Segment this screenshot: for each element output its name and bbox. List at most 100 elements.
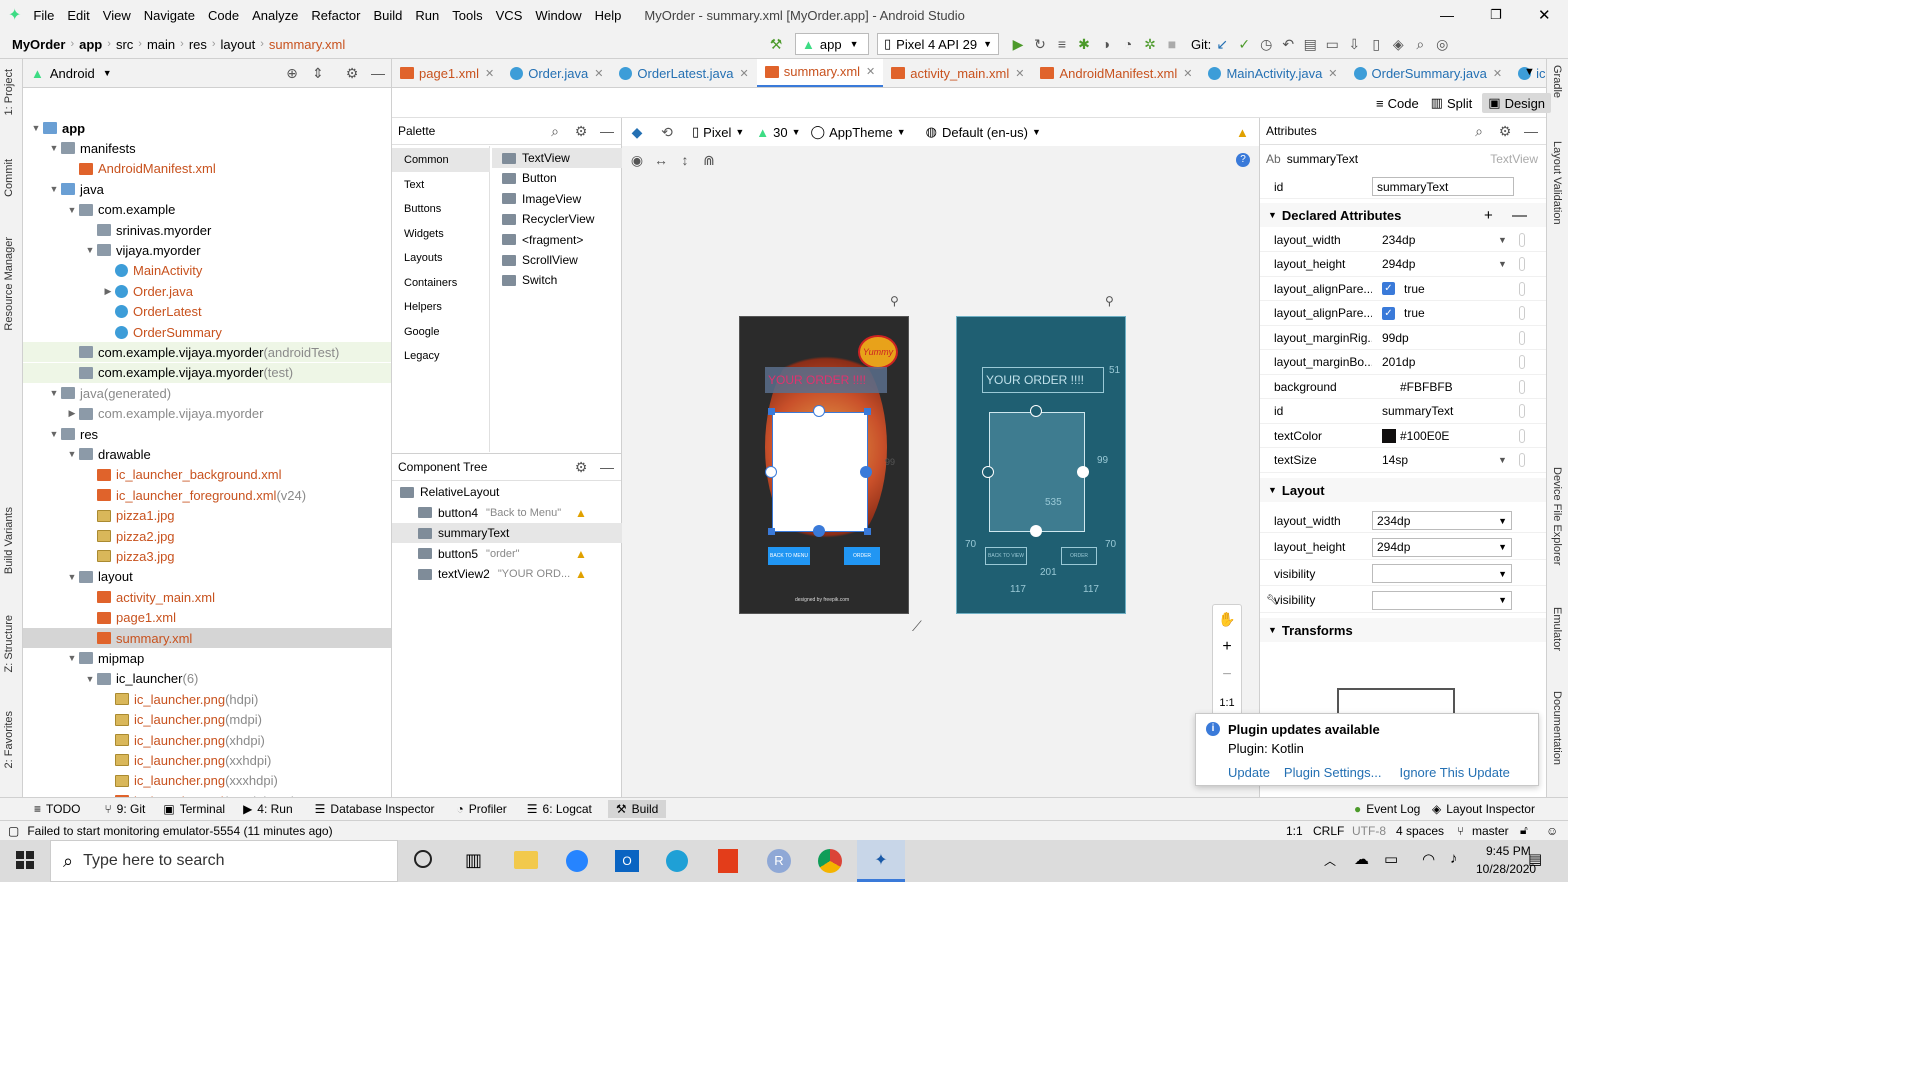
project-tree-item[interactable]: srinivas.myorder bbox=[23, 220, 391, 240]
blueprint-handle-top[interactable] bbox=[1030, 405, 1042, 417]
palette-item[interactable]: Button bbox=[492, 168, 622, 188]
profiler-tab[interactable]: ◔ Profiler bbox=[456, 802, 506, 816]
menu-code[interactable]: Code bbox=[208, 8, 239, 23]
ignore-update-link[interactable]: Ignore This Update bbox=[1399, 765, 1509, 780]
reference-picker-icon[interactable] bbox=[1519, 330, 1525, 345]
reference-picker-icon[interactable] bbox=[1519, 428, 1525, 443]
menu-file[interactable]: File bbox=[33, 8, 54, 23]
chevron-down-icon[interactable]: ▼ bbox=[1498, 235, 1507, 245]
pan-icon[interactable]: ✋ bbox=[1213, 605, 1241, 633]
project-tree-item[interactable]: ▼ java (generated) bbox=[23, 383, 391, 403]
sourcetree-icon[interactable] bbox=[566, 850, 588, 872]
attribute-value[interactable]: ✓ true bbox=[1376, 303, 1516, 323]
project-tree-item[interactable]: ▼ res bbox=[23, 424, 391, 444]
order-button[interactable]: ORDER bbox=[844, 547, 880, 565]
gear-icon[interactable]: ⚙ bbox=[341, 62, 363, 84]
palette-category[interactable]: Google bbox=[392, 320, 490, 344]
attach-debugger-icon[interactable]: ◔ bbox=[1117, 33, 1139, 55]
palette-category[interactable]: Helpers bbox=[392, 295, 490, 319]
update-link[interactable]: Update bbox=[1228, 765, 1270, 780]
close-tab-icon[interactable]: ✕ bbox=[1183, 67, 1192, 80]
project-tree-item[interactable]: ▼ vijaya.myorder bbox=[23, 240, 391, 260]
minimize-panel-icon[interactable]: — bbox=[367, 62, 389, 84]
attribute-value[interactable]: #FBFBFB bbox=[1376, 377, 1516, 397]
api-picker[interactable]: 30 bbox=[773, 125, 787, 140]
editor-tab[interactable]: activity_main.xml ✕ bbox=[883, 59, 1032, 87]
editor-tab[interactable]: OrderSummary.java ✕ bbox=[1346, 59, 1511, 87]
project-tree-item[interactable]: ic_launcher.png (xhdpi) bbox=[23, 730, 391, 750]
favorites-tool-tab[interactable]: 2: Favorites bbox=[3, 711, 15, 768]
breadcrumb-item[interactable]: res bbox=[189, 37, 207, 52]
git-rollback-icon[interactable]: ↶ bbox=[1277, 33, 1299, 55]
component-tree-item[interactable]: RelativeLayout bbox=[392, 482, 622, 502]
project-tree-item[interactable]: ▼ ic_launcher (6) bbox=[23, 669, 391, 689]
palette-category[interactable]: Containers bbox=[392, 271, 490, 295]
resource-manager-tool-tab[interactable]: Resource Manager bbox=[3, 237, 15, 331]
chevron-down-icon[interactable]: ▼ bbox=[1498, 455, 1507, 465]
taskbar-search[interactable]: ⌕ Type here to search bbox=[50, 840, 398, 882]
project-tree-item[interactable]: pizza1.jpg bbox=[23, 506, 391, 526]
attribute-value[interactable]: ✓ true bbox=[1376, 279, 1516, 299]
warning-icon[interactable]: ▲ bbox=[575, 567, 587, 581]
project-tree-item[interactable]: page1.xml bbox=[23, 608, 391, 628]
editor-tab[interactable]: page1.xml ✕ bbox=[392, 59, 502, 87]
corner-handle-tr[interactable] bbox=[864, 408, 871, 415]
run-config-select[interactable]: ▲ app ▼ bbox=[795, 33, 869, 55]
component-tree-item[interactable]: summaryText bbox=[392, 523, 622, 543]
lock-icon[interactable]: 🔓︎ bbox=[1520, 823, 1528, 838]
expand-arrow-icon[interactable]: ▼ bbox=[83, 674, 97, 684]
menu-vcs[interactable]: VCS bbox=[496, 8, 523, 23]
layout-section[interactable]: ▼ Layout bbox=[1260, 478, 1546, 502]
stop-icon[interactable]: ■ bbox=[1161, 33, 1183, 55]
close-tab-icon[interactable]: ✕ bbox=[1015, 67, 1024, 80]
breadcrumb-item[interactable]: app bbox=[79, 37, 102, 52]
project-tree-item[interactable]: ▶ com.example.vijaya.myorder bbox=[23, 404, 391, 424]
warning-icon[interactable]: ▲ bbox=[1236, 125, 1249, 140]
orientation-icon[interactable]: ⟲ bbox=[656, 121, 678, 143]
coverage-icon[interactable]: ≡ bbox=[1051, 33, 1073, 55]
reference-picker-icon[interactable] bbox=[1519, 355, 1525, 369]
expand-arrow-icon[interactable]: ▼ bbox=[29, 123, 43, 133]
menu-window[interactable]: Window bbox=[535, 8, 581, 23]
menu-help[interactable]: Help bbox=[595, 8, 622, 23]
apply-changes-icon[interactable]: ↻ bbox=[1029, 33, 1051, 55]
commit-tool-tab[interactable]: Commit bbox=[3, 159, 15, 197]
design-mode-button[interactable]: ▣ Design bbox=[1482, 93, 1552, 113]
notifications-icon[interactable]: ▤ bbox=[1528, 850, 1542, 868]
minimize-panel-icon[interactable]: — bbox=[596, 120, 618, 142]
device-file-explorer-tool-tab[interactable]: Device File Explorer bbox=[1551, 467, 1563, 565]
project-tree-item[interactable]: ▼ com.example bbox=[23, 200, 391, 220]
layout-inspector-icon[interactable]: ◈ bbox=[1387, 33, 1409, 55]
blueprint-preview[interactable]: YOUR ORDER !!!! 51 535 99 BACK TO VIEW O… bbox=[956, 316, 1126, 614]
r-app-icon[interactable]: R bbox=[767, 849, 791, 873]
project-tree-item[interactable]: ic_launcher.png (mdpi) bbox=[23, 710, 391, 730]
palette-category[interactable]: Buttons bbox=[392, 197, 490, 221]
checkbox-icon[interactable]: ✓ bbox=[1382, 282, 1395, 295]
expand-arrow-icon[interactable]: ▼ bbox=[47, 388, 61, 398]
search-icon[interactable]: ⌕ bbox=[1409, 33, 1431, 55]
color-swatch-icon[interactable] bbox=[1382, 428, 1396, 443]
chevron-down-icon[interactable]: ▼ bbox=[1032, 127, 1041, 137]
edge-icon[interactable] bbox=[666, 850, 688, 872]
close-tab-icon[interactable]: ✕ bbox=[1328, 67, 1337, 80]
checkbox-icon[interactable]: ✓ bbox=[1382, 306, 1395, 320]
editor-tab[interactable]: summary.xml ✕ bbox=[756, 59, 884, 87]
git-branch[interactable]: master bbox=[1472, 824, 1509, 838]
project-tree-item[interactable]: ▶ Order.java bbox=[23, 281, 391, 301]
reference-picker-icon[interactable] bbox=[1519, 257, 1525, 271]
git-update-icon[interactable]: ↙ bbox=[1211, 33, 1233, 55]
chrome-icon[interactable] bbox=[818, 849, 842, 873]
project-tree-item[interactable]: summary.xml bbox=[23, 628, 391, 648]
palette-item[interactable]: TextView bbox=[492, 148, 622, 168]
plugin-settings-link[interactable]: Plugin Settings... bbox=[1284, 765, 1382, 780]
build-variants-tool-tab[interactable]: Build Variants bbox=[3, 507, 15, 574]
documentation-tool-tab[interactable]: Documentation bbox=[1551, 691, 1563, 765]
menu-run[interactable]: Run bbox=[415, 8, 439, 23]
project-tree-item[interactable]: ic_launcher_foreground.xml (v24) bbox=[23, 485, 391, 505]
summary-text-box[interactable] bbox=[772, 412, 868, 532]
editor-tab[interactable]: MainActivity.java ✕ bbox=[1200, 59, 1345, 87]
device-manager-icon[interactable]: ▯ bbox=[1365, 33, 1387, 55]
breadcrumb-item[interactable]: src bbox=[116, 37, 133, 52]
reference-picker-icon[interactable] bbox=[1519, 306, 1525, 320]
project-tree-item[interactable]: ic_launcher.png (xxxhdpi) bbox=[23, 771, 391, 791]
